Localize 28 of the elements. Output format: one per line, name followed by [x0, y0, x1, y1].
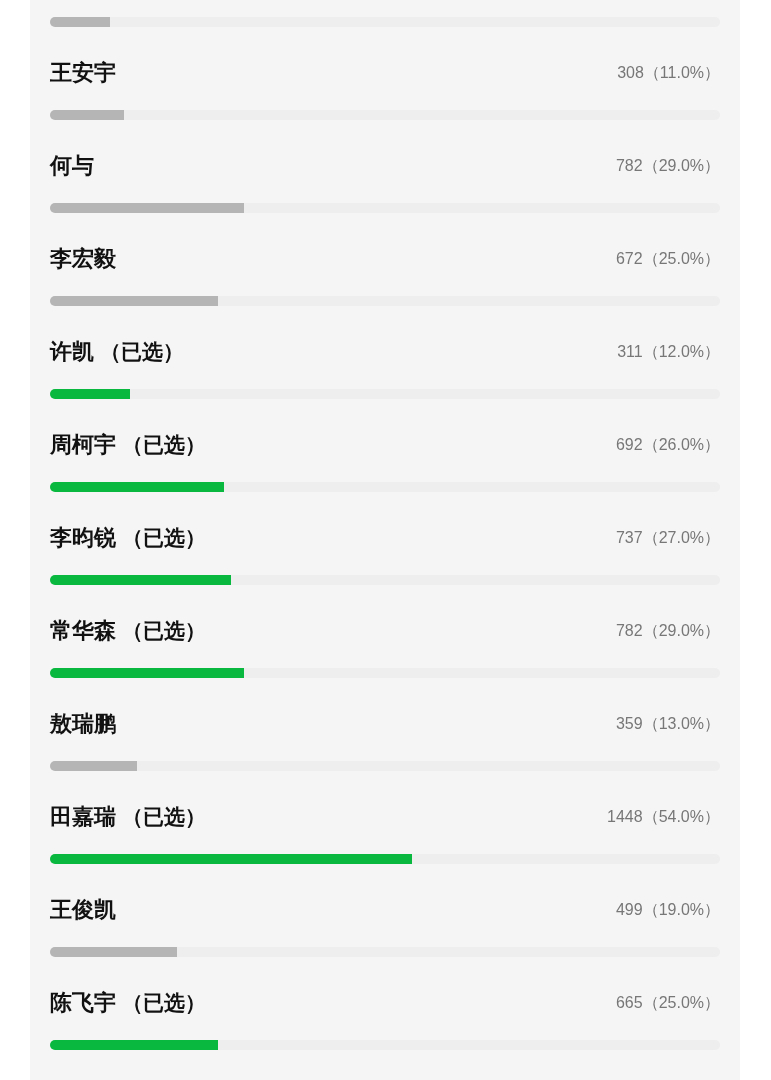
selected-note: （已选） [122, 990, 206, 1016]
option-name: 陈飞宇 [50, 989, 116, 1017]
vote-count: 665（25.0%） [615, 993, 720, 1013]
option-name: 许凯 [50, 338, 94, 366]
option-name: 敖瑞鹏 [50, 710, 116, 738]
option-name: 李宏毅 [50, 245, 116, 273]
vote-count: 737（27.0%） [615, 528, 720, 548]
option-name: 田嘉瑞 [50, 803, 116, 831]
vote-count: 308（11.0%） [617, 63, 720, 83]
vote-count: 782（29.0%） [615, 156, 720, 176]
vote-count: 782（29.0%） [615, 621, 720, 641]
vote-count: 1448（54.0%） [607, 807, 720, 827]
option-name: 常华森 [50, 617, 116, 645]
selected-note: （已选） [122, 804, 206, 830]
selected-note: （已选） [122, 525, 206, 551]
option-name: 何与 [50, 152, 94, 180]
option-name: 李昀锐 [50, 524, 116, 552]
selected-note: （已选） [100, 339, 184, 365]
option-name: 周柯宇 [50, 431, 116, 459]
vote-count: 311（12.0%） [617, 342, 720, 362]
vote-count: 692（26.0%） [615, 435, 720, 455]
selected-note: （已选） [122, 618, 206, 644]
vote-count: 499（19.0%） [615, 900, 720, 920]
selected-note: （已选） [122, 432, 206, 458]
vote-count: 672（25.0%） [615, 249, 720, 269]
option-name: 王安宇 [50, 59, 116, 87]
vote-count: 359（13.0%） [615, 714, 720, 734]
option-name: 王俊凯 [50, 896, 116, 924]
